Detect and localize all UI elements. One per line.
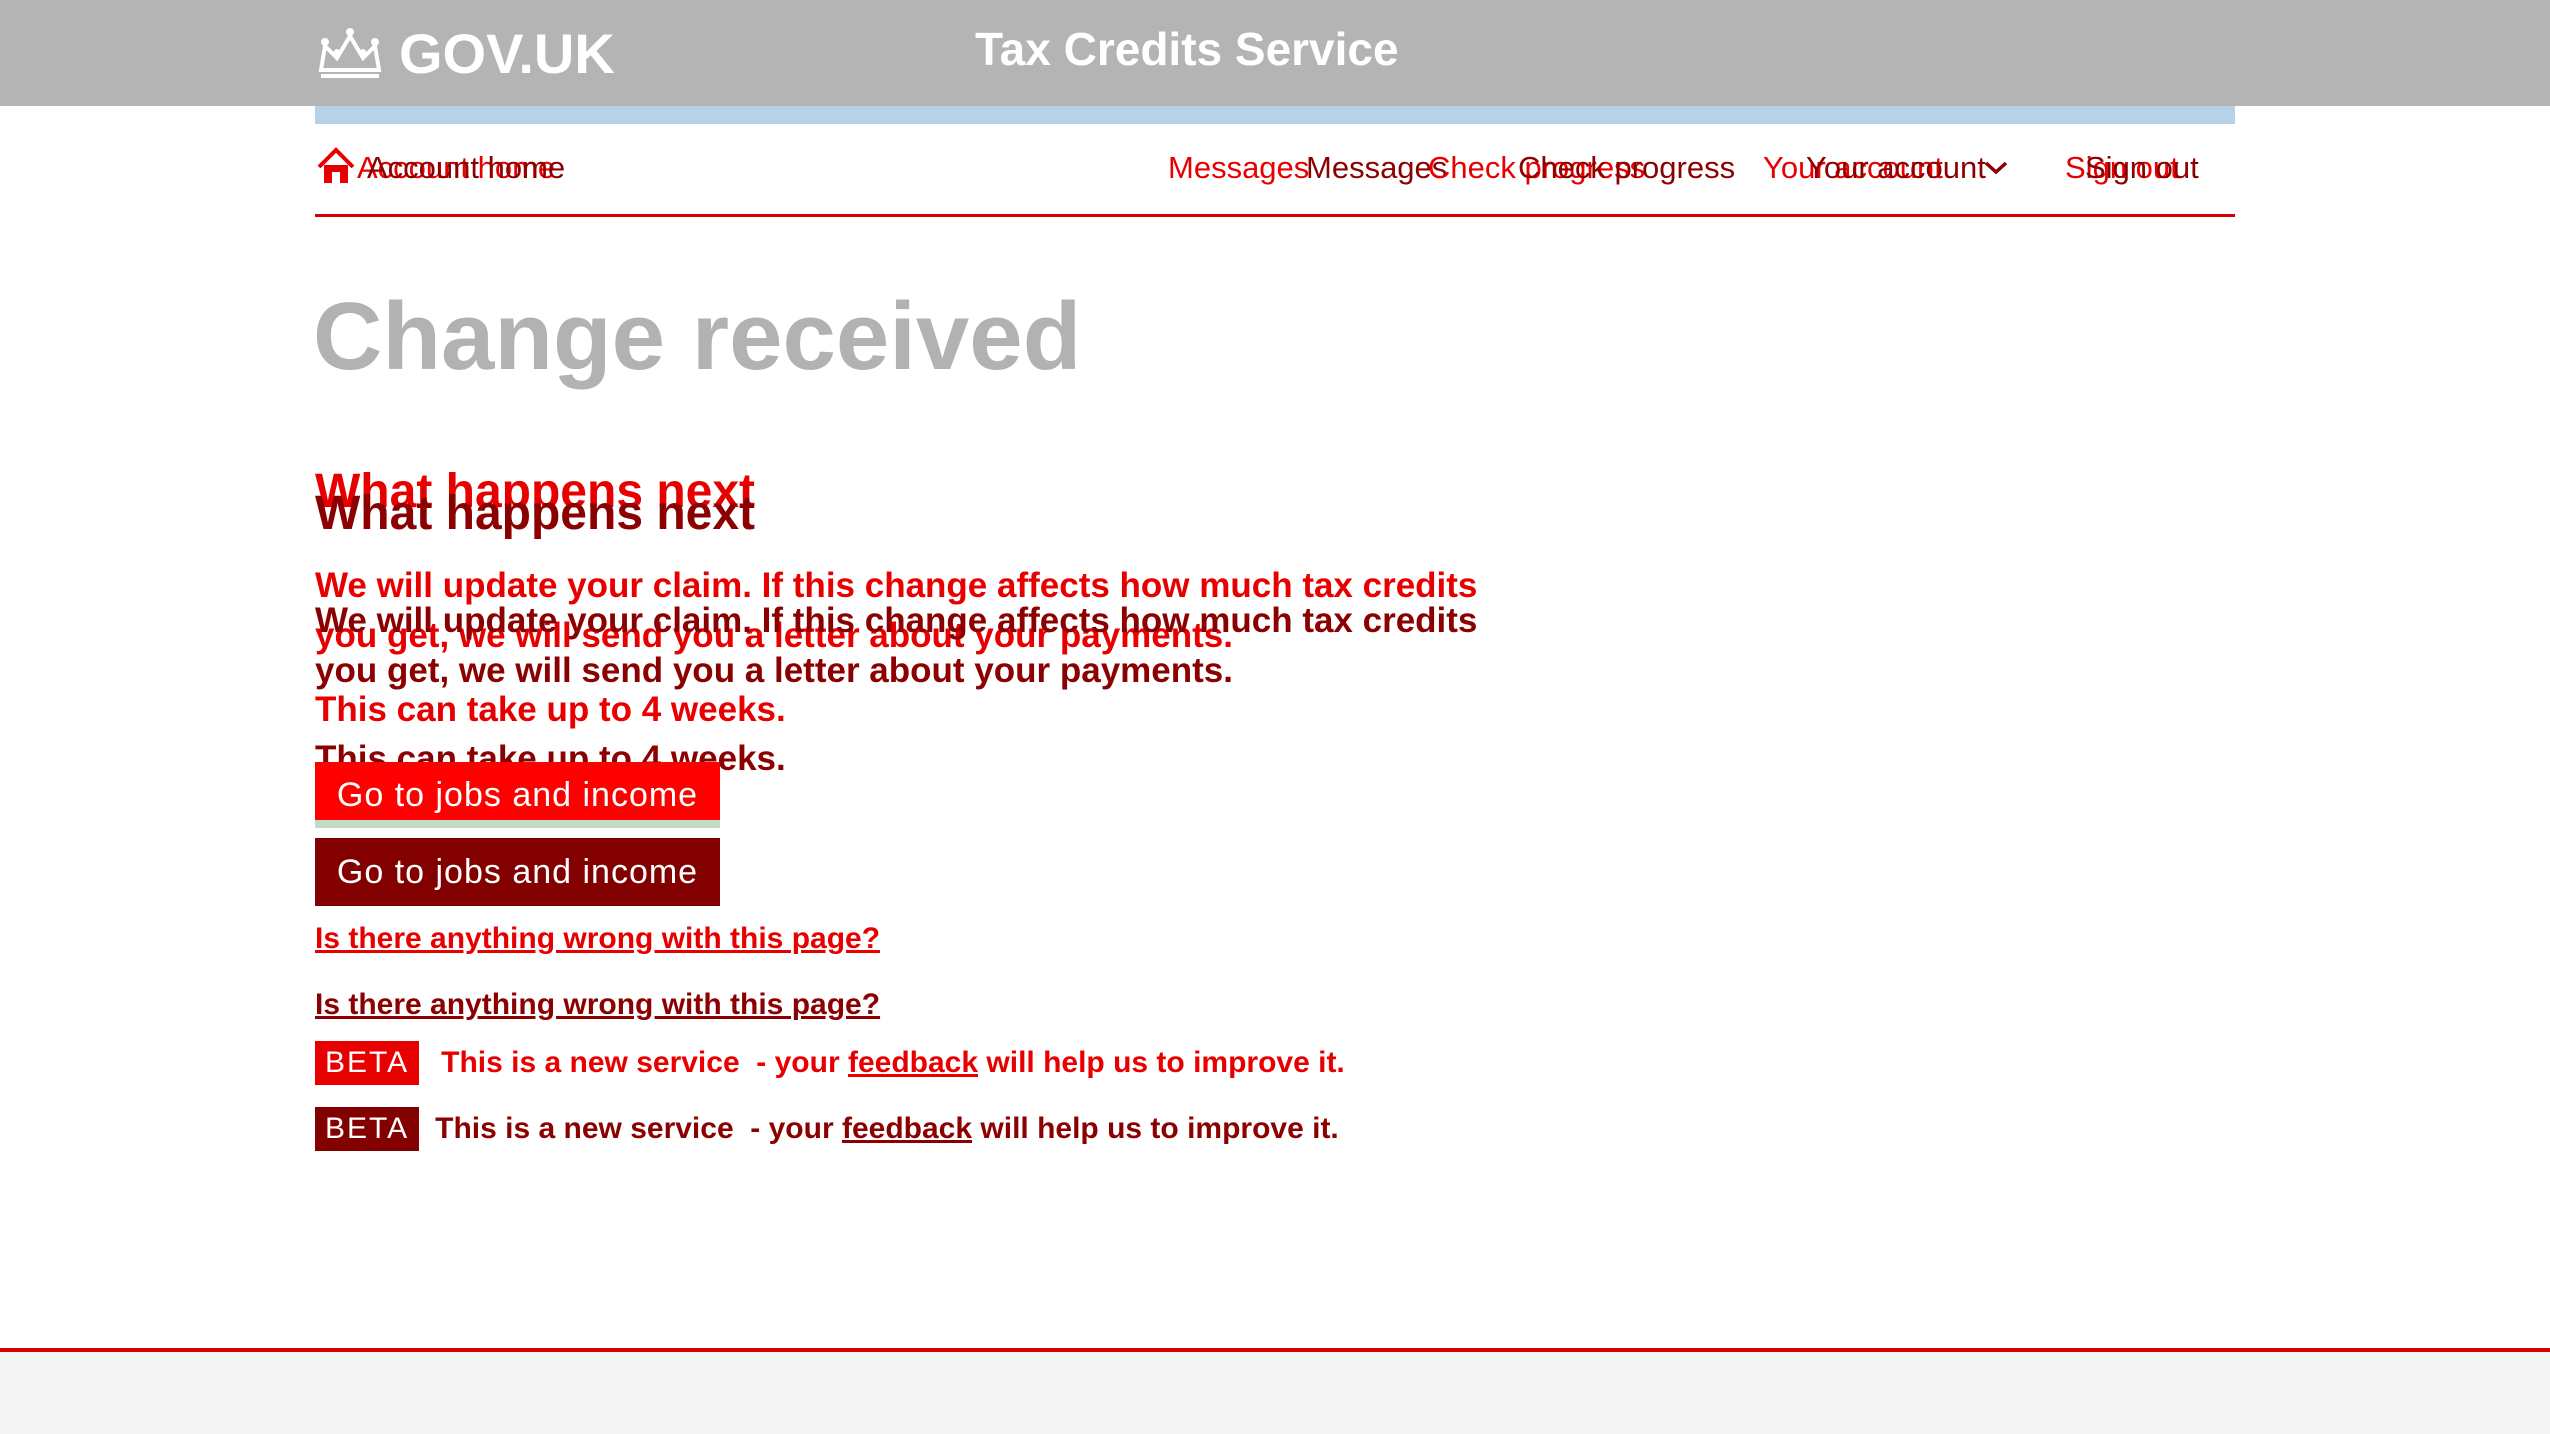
chevron-down-icon[interactable] — [1983, 160, 2009, 176]
beta-tag-overlay: BETA — [315, 1107, 420, 1151]
phase-bar — [315, 106, 2235, 124]
nav-messages-link[interactable]: Messages — [1168, 150, 1309, 186]
service-name: Tax Credits Service — [975, 23, 1399, 75]
feedback-link[interactable]: feedback — [848, 1046, 978, 1080]
report-problem-link[interactable]: Is there anything wrong with this page? — [315, 922, 880, 956]
go-to-jobs-and-income-button-overlay[interactable]: Go to jobs and income — [315, 838, 720, 906]
beta-text-before-overlay: This is a new service - your — [435, 1112, 842, 1145]
timeframe-paragraph: This can take up to 4 weeks. — [315, 690, 786, 729]
section-heading-overlay: What happens next — [315, 487, 756, 540]
site-header: GOV.UK Tax Credits Service — [0, 0, 2550, 106]
beta-text-after: will help us to improve it. — [978, 1046, 1345, 1079]
home-icon — [317, 147, 355, 183]
beta-banner-overlay: BETA This is a new service - your feedba… — [315, 1107, 1339, 1151]
beta-banner: BETA This is a new service - your feedba… — [315, 1041, 1345, 1085]
go-to-jobs-and-income-button[interactable]: Go to jobs and income — [315, 762, 720, 828]
feedback-link-overlay[interactable]: feedback — [842, 1112, 972, 1146]
beta-text-after-overlay: will help us to improve it. — [972, 1112, 1339, 1145]
nav-check-progress-link-overlay[interactable]: Check progress — [1518, 150, 1735, 186]
update-claim-paragraph-overlay: We will update your claim. If this chang… — [315, 601, 1478, 690]
page: GOV.UK Tax Credits Service Account home … — [0, 0, 2550, 1434]
nav-your-account-link-overlay[interactable]: Your account — [1806, 150, 1986, 186]
account-nav: Account home Account home Messages Messa… — [315, 124, 2235, 217]
nav-sign-out-link-overlay[interactable]: Sign out — [2085, 150, 2199, 186]
site-footer — [0, 1352, 2550, 1434]
nav-messages-link-overlay[interactable]: Messages — [1306, 150, 1447, 186]
logo-text: GOV.UK — [399, 21, 615, 85]
page-title: Change received — [313, 283, 1082, 390]
beta-text-before: This is a new service - your — [441, 1046, 848, 1079]
report-problem-link-overlay[interactable]: Is there anything wrong with this page? — [315, 988, 880, 1022]
crown-icon — [318, 28, 382, 78]
govuk-logo-link[interactable]: GOV.UK — [315, 20, 615, 86]
nav-account-home-link-overlay[interactable]: Account home — [367, 150, 565, 186]
beta-tag: BETA — [315, 1041, 420, 1085]
